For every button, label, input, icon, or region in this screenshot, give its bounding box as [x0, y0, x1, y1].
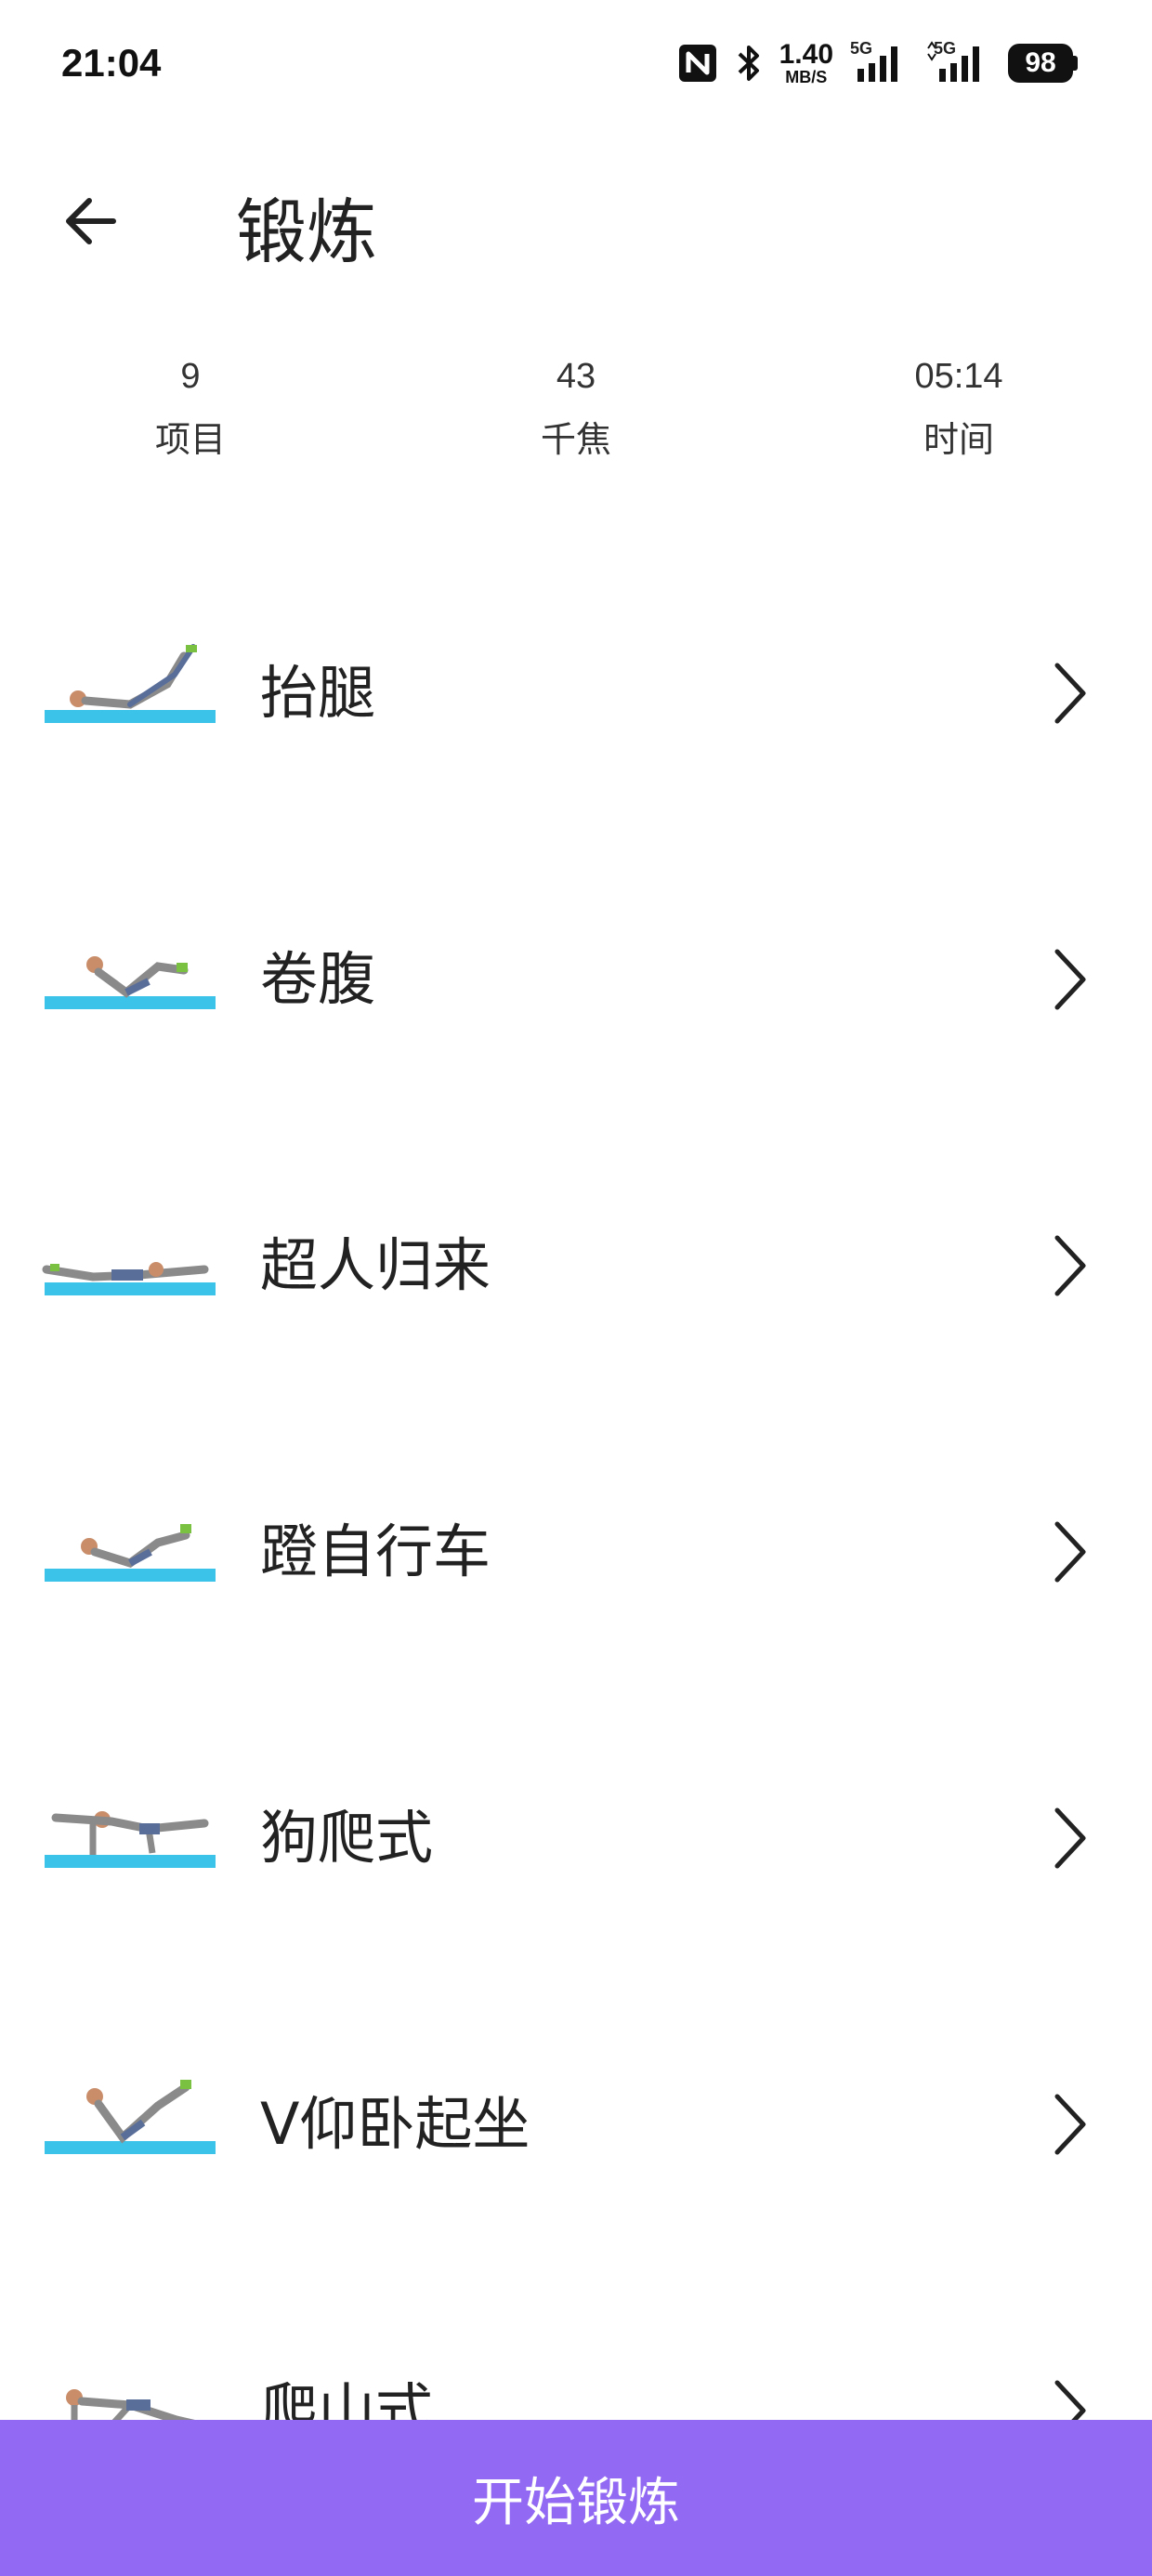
- chevron-right-icon: [1054, 663, 1086, 724]
- exercise-list: 抬腿 卷腹 超人归来 蹬自行车 狗爬式 V仰卧起坐 爬山式: [0, 554, 1152, 2557]
- battery-tip: [1073, 56, 1078, 71]
- signal-label: 5G: [850, 39, 873, 58]
- bluetooth-icon: [735, 41, 763, 85]
- stat-label: 千焦: [540, 419, 611, 460]
- chevron-right-icon: [1054, 1235, 1086, 1296]
- battery-level: 98: [1008, 44, 1073, 83]
- exercise-name: 蹬自行车: [260, 1518, 491, 1585]
- exercise-item[interactable]: V仰卧起坐: [0, 1985, 1152, 2271]
- exercise-thumbnail: [45, 1811, 216, 1868]
- stats-summary: 9 项目 43 千焦 05:14 时间: [0, 344, 1152, 483]
- chevron-right-icon: [1054, 949, 1086, 1010]
- stat-value: 05:14: [914, 357, 1003, 396]
- stat-value: 9: [180, 357, 201, 396]
- stat-label: 项目: [154, 419, 226, 460]
- exercise-item[interactable]: 狗爬式: [0, 1699, 1152, 1985]
- arrow-left-icon: [66, 198, 116, 244]
- header: 锻炼: [0, 158, 1152, 279]
- exercise-item[interactable]: 超人归来: [0, 1126, 1152, 1413]
- exercise-item[interactable]: 抬腿: [0, 554, 1152, 840]
- exercise-name: 超人归来: [260, 1231, 491, 1299]
- signal-label: 5G: [934, 39, 957, 58]
- network-speed: 1.40 MB/S: [779, 39, 833, 86]
- stat-value: 43: [556, 357, 596, 396]
- stat-energy: 43 千焦: [437, 344, 715, 470]
- back-button[interactable]: [54, 184, 128, 258]
- signal-icon: 5G: [850, 39, 910, 85]
- exercise-name: 抬腿: [260, 659, 376, 727]
- exercise-name: V仰卧起坐: [260, 2090, 530, 2158]
- nfc-icon: [677, 43, 718, 84]
- exercise-thumbnail: [45, 2080, 216, 2154]
- exercise-item[interactable]: 卷腹: [0, 840, 1152, 1126]
- status-bar: 21:04 1.40 MB/S 5G 5G 98: [0, 0, 1152, 139]
- chevron-right-icon: [1054, 1807, 1086, 1869]
- page-title: 锻炼: [236, 191, 377, 273]
- exercise-thumbnail: [45, 644, 216, 723]
- exercise-name: 卷腹: [260, 945, 376, 1013]
- network-speed-unit: MB/S: [785, 68, 828, 86]
- status-time: 21:04: [61, 41, 162, 85]
- network-speed-value: 1.40: [779, 39, 833, 70]
- exercise-thumbnail: [45, 1524, 216, 1582]
- start-workout-button[interactable]: 开始锻炼: [0, 2420, 1152, 2576]
- stat-items: 9 项目: [51, 344, 330, 470]
- chevron-right-icon: [1054, 2094, 1086, 2155]
- exercise-item[interactable]: 蹬自行车: [0, 1413, 1152, 1699]
- signal-icon: 5G: [926, 39, 991, 85]
- battery-icon: 98: [1008, 44, 1078, 83]
- exercise-thumbnail: [42, 1262, 216, 1295]
- exercise-thumbnail: [45, 956, 216, 1009]
- stat-label: 时间: [923, 419, 994, 460]
- status-icons: 1.40 MB/S 5G 5G 98: [677, 37, 1078, 89]
- exercise-name: 狗爬式: [260, 1804, 434, 1872]
- stat-time: 05:14 时间: [819, 344, 1098, 470]
- chevron-right-icon: [1054, 1521, 1086, 1583]
